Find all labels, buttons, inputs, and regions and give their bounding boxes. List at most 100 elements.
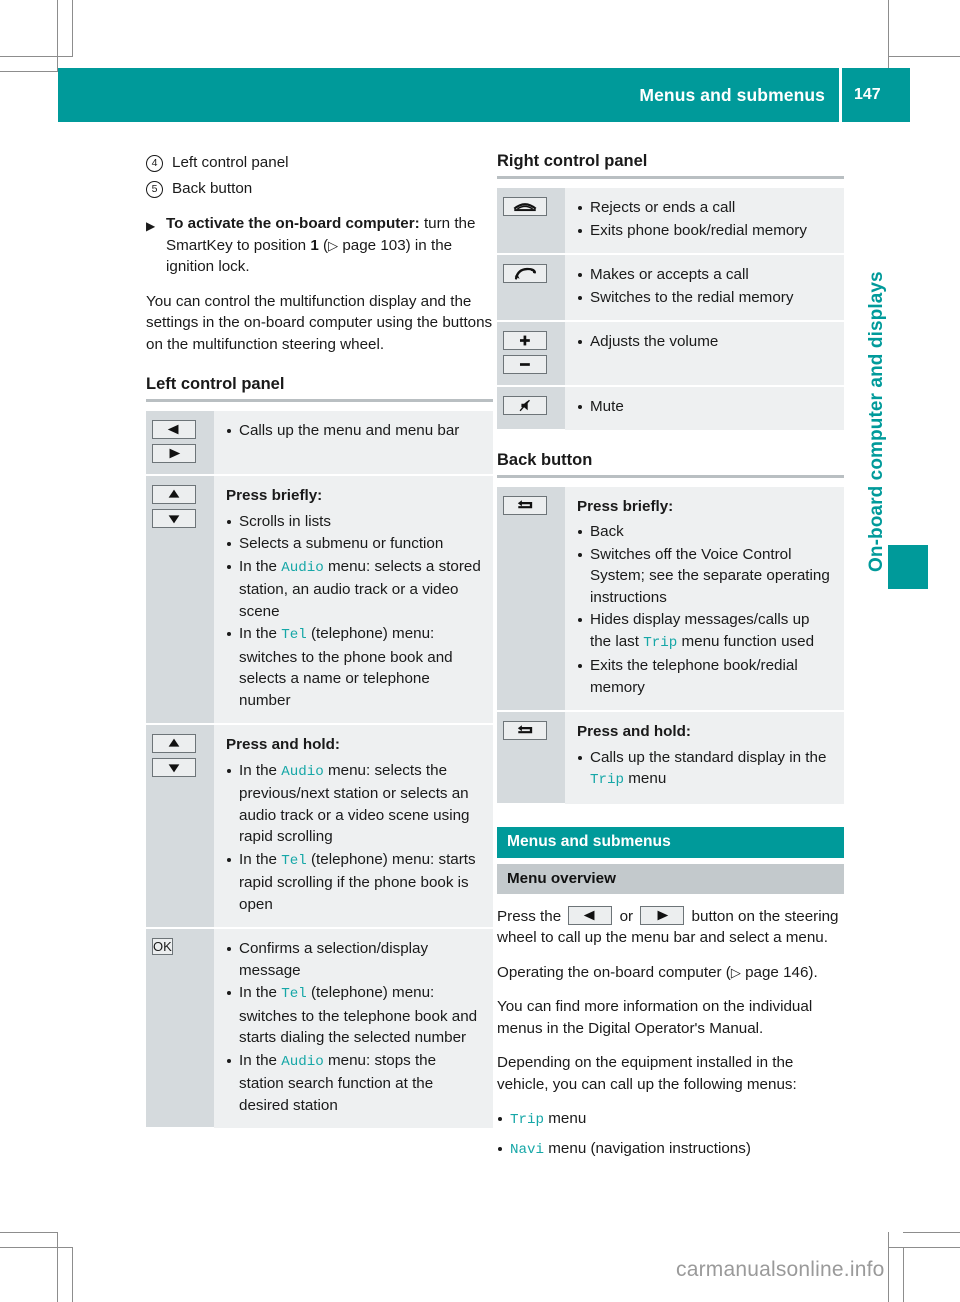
accept-call-key-icon[interactable] [503, 264, 547, 283]
list-item: Scrolls in lists [226, 511, 483, 533]
crop-mark-top-left-vertical-2 [72, 0, 73, 56]
section-rule [497, 176, 844, 179]
instruction-activate-obc: ▶ To activate the on-board computer: tur… [146, 213, 493, 278]
section-title-back-button: Back button [497, 450, 593, 469]
list-item: Switches off the Voice Control System; s… [577, 544, 834, 609]
right-arrow-key-icon[interactable] [152, 444, 196, 463]
menu-overview-paragraph-3: You can find more information on the ind… [497, 998, 813, 1037]
volume-up-key-icon[interactable] [503, 331, 547, 350]
list-item: Exits phone book/redial memory [577, 220, 834, 242]
menu-overview-paragraph-2: Operating the on-board computer (▷ page … [497, 963, 818, 981]
crop-mark-bottom-left-vertical [57, 1232, 58, 1302]
text-cell: Calls up the menu and menu bar [214, 411, 493, 476]
list-item: Navi menu (navigation instructions) [497, 1138, 844, 1162]
table-row: Mute [497, 386, 844, 431]
crop-mark-bottom-left-vertical-2 [72, 1247, 73, 1302]
table-row: Press briefly: Back Switches off the Voi… [497, 486, 844, 712]
instruction-text: To activate the on-board computer: turn … [166, 215, 476, 275]
list-item: In the Audio menu: stops the station sea… [226, 1050, 483, 1117]
text-cell: Press and hold: Calls up the standard di… [565, 711, 844, 804]
icon-cell [497, 486, 565, 712]
instruction-arrow-icon: ▶ [146, 219, 156, 233]
callout-number: 4 [146, 152, 172, 174]
callout-item: 5 Back button [146, 178, 493, 200]
bullet-list: Rejects or ends a call Exits phone book/… [577, 197, 834, 241]
list-item: Adjusts the volume [577, 331, 834, 353]
text-cell: Adjusts the volume [565, 321, 844, 387]
crop-mark-bottom-right-horizontal-2 [888, 1247, 960, 1248]
icon-cell [146, 724, 214, 929]
icon-cell [146, 475, 214, 725]
crop-mark-bottom-right-vertical-2 [903, 1247, 904, 1302]
icon-cell [497, 254, 565, 322]
down-arrow-key-icon[interactable] [152, 758, 196, 777]
bullet-list: Calls up the menu and menu bar [226, 420, 483, 442]
list-item: In the Audio menu: selects the previous/… [226, 760, 483, 848]
cell-heading: Press and hold: [226, 736, 340, 753]
list-item: Makes or accepts a call [577, 264, 834, 286]
callout-number: 5 [146, 178, 172, 200]
right-arrow-key-icon[interactable] [640, 905, 685, 925]
watermark: carmanualsonline.info [676, 1258, 885, 1281]
list-item: Calls up the standard display in the Tri… [577, 747, 834, 792]
mute-key-icon[interactable] [503, 396, 547, 415]
menu-overview-paragraph-1: Press the or button on the steering whee… [497, 905, 839, 946]
section-rule [146, 399, 493, 402]
text-cell: Makes or accepts a call Switches to the … [565, 254, 844, 322]
bullet-list: Calls up the standard display in the Tri… [577, 747, 834, 792]
chapter-tab-label: On-board computer and displays [866, 271, 887, 572]
page-header-title: Menus and submenus [58, 68, 839, 122]
text-cell: Press briefly: Scrolls in lists Selects … [214, 475, 493, 725]
icon-cell: OK [146, 928, 214, 1129]
crop-mark-top-right-vertical [888, 0, 889, 72]
crop-mark-bottom-left-horizontal [0, 1232, 58, 1233]
icon-cell [497, 188, 565, 255]
section-title-left-control-panel: Left control panel [146, 375, 285, 393]
ok-key-icon[interactable]: OK [152, 938, 173, 955]
list-item: Selects a submenu or function [226, 533, 483, 555]
up-arrow-key-icon[interactable] [152, 485, 196, 504]
list-item: Calls up the menu and menu bar [226, 420, 483, 442]
left-control-panel-table: Calls up the menu and menu bar Press bri… [146, 411, 493, 1129]
left-arrow-key-icon[interactable] [152, 420, 196, 439]
down-arrow-key-icon[interactable] [152, 509, 196, 528]
list-item: Back [577, 521, 834, 543]
cell-heading: Press and hold: [577, 723, 691, 740]
left-column: 4 Left control panel 5 Back button ▶ To … [146, 152, 493, 1129]
teal-section-heading: Menus and submenus [497, 826, 844, 858]
list-item: Switches to the redial memory [577, 287, 834, 309]
back-key-icon[interactable] [503, 495, 547, 515]
icon-cell [146, 411, 214, 476]
text-cell: Confirms a selection/display message In … [214, 928, 493, 1128]
table-row: Calls up the menu and menu bar [146, 411, 493, 476]
bullet-list: Scrolls in lists Selects a submenu or fu… [226, 511, 483, 712]
table-row: Rejects or ends a call Exits phone book/… [497, 188, 844, 255]
volume-down-key-icon[interactable] [503, 355, 547, 374]
cell-heading: Press briefly: [226, 487, 323, 504]
page-number: 147 [842, 68, 910, 122]
crop-mark-top-right-horizontal [888, 56, 960, 57]
crop-mark-top-left-horizontal [0, 56, 73, 57]
icon-cell [497, 386, 565, 431]
up-arrow-key-icon[interactable] [152, 734, 196, 753]
table-row: Press and hold: Calls up the standard di… [497, 711, 844, 805]
left-intro-paragraph: You can control the multifunction displa… [146, 292, 493, 353]
end-call-key-icon[interactable] [503, 197, 547, 216]
list-item: In the Tel (telephone) menu: switches to… [226, 623, 483, 711]
right-control-panel-table: Rejects or ends a call Exits phone book/… [497, 188, 844, 431]
back-key-icon[interactable] [503, 721, 547, 740]
bullet-list: Adjusts the volume [577, 331, 834, 353]
list-item: Exits the telephone book/redial memory [577, 655, 834, 698]
crop-mark-bottom-right-horizontal [903, 1232, 960, 1233]
table-row: Press and hold: In the Audio menu: selec… [146, 724, 493, 929]
table-row: Press briefly: Scrolls in lists Selects … [146, 475, 493, 725]
cell-heading: Press briefly: [577, 497, 674, 515]
text-cell: Rejects or ends a call Exits phone book/… [565, 188, 844, 255]
list-item: In the Tel (telephone) menu: starts rapi… [226, 849, 483, 916]
left-arrow-key-icon[interactable] [568, 905, 613, 925]
crop-mark-bottom-left-horizontal-2 [0, 1247, 73, 1248]
list-item: Mute [577, 396, 834, 418]
text-cell: Press briefly: Back Switches off the Voi… [565, 486, 844, 712]
list-item: Rejects or ends a call [577, 197, 834, 219]
list-item: Hides display messages/calls up the last… [577, 609, 834, 654]
